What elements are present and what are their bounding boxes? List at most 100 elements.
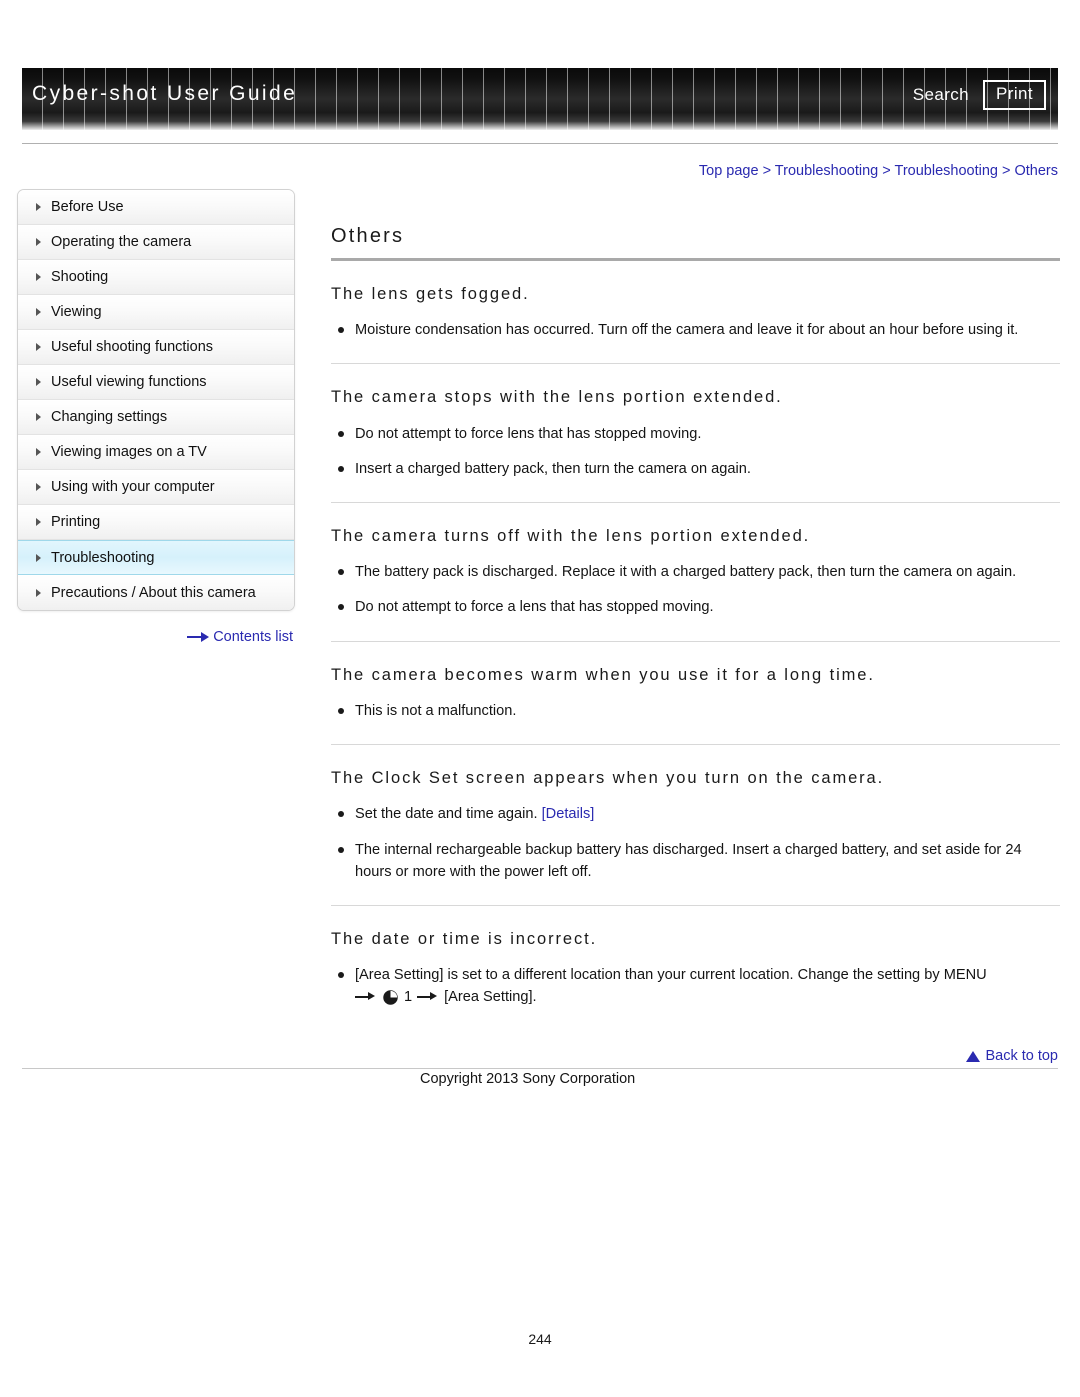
bullet-list: [Area Setting] is set to a different loc… <box>331 964 1060 1010</box>
search-link[interactable]: Search <box>913 85 969 105</box>
sidebar-item-operating-the-camera[interactable]: Operating the camera <box>18 225 294 260</box>
sidebar-item-printing[interactable]: Printing <box>18 505 294 540</box>
bullet-item: Moisture condensation has occurred. Turn… <box>331 319 1060 341</box>
bullet-text: Insert a charged battery pack, then turn… <box>355 460 751 477</box>
sidebar-item-before-use[interactable]: Before Use <box>18 190 294 225</box>
bullet-text: Do not attempt to force lens that has st… <box>355 425 702 442</box>
bullet-text: Do not attempt to force a lens that has … <box>355 599 714 616</box>
bullet-item: Do not attempt to force a lens that has … <box>331 596 1060 618</box>
bullet-item: [Area Setting] is set to a different loc… <box>331 964 1060 1010</box>
arrow-right-icon <box>187 632 210 642</box>
bullet-item: The internal rechargeable backup battery… <box>331 839 1060 883</box>
chevron-right-icon <box>36 518 41 526</box>
sidebar-item-label: Useful viewing functions <box>51 374 207 390</box>
sidebar-item-label: Viewing <box>51 304 102 320</box>
chevron-right-icon <box>36 343 41 351</box>
sidebar-item-shooting[interactable]: Shooting <box>18 260 294 295</box>
sidebar-item-label: Precautions / About this camera <box>51 584 256 601</box>
sidebar-item-using-with-your-computer[interactable]: Using with your computer <box>18 470 294 505</box>
triangle-up-icon <box>966 1050 981 1062</box>
menu-step-number: 1 <box>404 989 413 1006</box>
bullet-text: The battery pack is discharged. Replace … <box>355 564 1017 581</box>
chevron-right-icon <box>36 588 41 597</box>
back-to-top-link[interactable]: Back to top <box>966 1048 1058 1064</box>
print-button[interactable]: Print <box>983 80 1046 111</box>
sidebar-item-troubleshooting[interactable]: Troubleshooting <box>18 540 294 575</box>
bullet-text: The internal rechargeable backup battery… <box>355 841 1022 880</box>
breadcrumb[interactable]: Top page > Troubleshooting > Troubleshoo… <box>699 163 1058 179</box>
sidebar-item-useful-viewing-functions[interactable]: Useful viewing functions <box>18 365 294 400</box>
content-section: The lens gets fogged. Moisture condensati… <box>331 261 1060 341</box>
bullet-item: This is not a malfunction. <box>331 700 1060 722</box>
sidebar-item-changing-settings[interactable]: Changing settings <box>18 400 294 435</box>
contents-list-link[interactable]: Contents list <box>17 629 293 645</box>
content-section: The camera becomes warm when you use it … <box>331 640 1060 722</box>
main-content: Others The lens gets fogged. Moisture con… <box>331 225 1060 1011</box>
sidebar-item-precautions-about-this-camera[interactable]: Precautions / About this camera <box>18 575 294 610</box>
page-title: Others <box>331 225 405 247</box>
bullet-text: Moisture condensation has occurred. Turn… <box>355 322 1019 339</box>
chevron-right-icon <box>36 413 41 421</box>
page-number: 244 <box>528 1331 552 1347</box>
sidebar-item-label: Before Use <box>51 199 124 215</box>
contents-list-label: Contents list <box>213 629 293 645</box>
chevron-right-icon <box>36 273 41 281</box>
bullet-item: The battery pack is discharged. Replace … <box>331 561 1060 583</box>
footer-divider <box>22 1068 1058 1069</box>
section-heading: The camera becomes warm when you use it … <box>331 665 875 684</box>
sidebar-item-label: Using with your computer <box>51 479 215 495</box>
chevron-right-icon <box>36 553 41 562</box>
chevron-right-icon <box>36 448 41 456</box>
bullet-item: Set the date and time again. [Details] <box>331 803 1060 825</box>
details-link[interactable]: [Details] <box>542 806 595 822</box>
header-bar: Cyber-shot User Guide Search Print <box>22 68 1058 130</box>
chevron-right-icon <box>36 483 41 491</box>
chevron-right-icon <box>36 203 41 211</box>
bullet-list: The battery pack is discharged. Replace … <box>331 561 1060 618</box>
chevron-right-icon <box>36 308 41 316</box>
site-title: Cyber-shot User Guide <box>32 82 298 105</box>
header-divider <box>22 143 1058 144</box>
bullet-item: Do not attempt to force lens that has st… <box>331 423 1060 445</box>
sidebar-item-label: Viewing images on a TV <box>51 444 207 460</box>
content-section: The camera stops with the lens portion e… <box>331 363 1060 480</box>
back-to-top-label: Back to top <box>985 1048 1058 1064</box>
content-section: The Clock Set screen appears when you tu… <box>331 744 1060 883</box>
arrow-right-icon <box>355 991 377 1003</box>
section-heading: The Clock Set screen appears when you tu… <box>331 769 885 788</box>
arrow-right-icon <box>417 991 439 1003</box>
section-heading: The camera stops with the lens portion e… <box>331 388 783 407</box>
sidebar-item-useful-shooting-functions[interactable]: Useful shooting functions <box>18 330 294 365</box>
bullet-list: Set the date and time again. [Details] Th… <box>331 803 1060 883</box>
sidebar-item-label: Troubleshooting <box>51 549 155 566</box>
section-heading: The date or time is incorrect. <box>331 929 598 948</box>
bullet-list: Do not attempt to force lens that has st… <box>331 423 1060 480</box>
content-section: The camera turns off with the lens porti… <box>331 502 1060 619</box>
section-heading: The lens gets fogged. <box>331 285 530 303</box>
menu-path-target: [Area Setting]. <box>444 989 537 1006</box>
sidebar-item-label: Printing <box>51 514 101 530</box>
menu-path: 1 [Area Setting]. <box>355 986 537 1008</box>
clock-setting-icon <box>382 989 399 1006</box>
sidebar-item-label: Operating the camera <box>51 234 192 250</box>
bullet-text: Set the date and time again. <box>355 806 538 823</box>
bullet-item: Insert a charged battery pack, then turn… <box>331 458 1060 480</box>
sidebar-navigation: Before Use Operating the camera Shooting Vi… <box>17 189 295 611</box>
copyright-text: Copyright 2013 Sony Corporation <box>420 1071 636 1087</box>
chevron-right-icon <box>36 238 41 246</box>
sections-container: The lens gets fogged. Moisture condensati… <box>331 261 1060 1011</box>
sidebar-item-viewing[interactable]: Viewing <box>18 295 294 330</box>
bullet-text: This is not a malfunction. <box>355 702 517 719</box>
site-header: Cyber-shot User Guide Search Print <box>22 68 1058 130</box>
sidebar-item-viewing-images-on-a-tv[interactable]: Viewing images on a TV <box>18 435 294 470</box>
bullet-list: This is not a malfunction. <box>331 700 1060 722</box>
sidebar-item-label: Changing settings <box>51 409 168 425</box>
bullet-text: [Area Setting] is set to a different loc… <box>355 967 987 984</box>
section-heading: The camera turns off with the lens porti… <box>331 527 811 546</box>
chevron-right-icon <box>36 378 41 386</box>
header-actions: Search Print <box>913 80 1046 111</box>
sidebar-item-label: Shooting <box>51 269 109 285</box>
sidebar-item-label: Useful shooting functions <box>51 339 214 355</box>
content-section: The date or time is incorrect. [Area Sett… <box>331 904 1060 1011</box>
bullet-list: Moisture condensation has occurred. Turn… <box>331 319 1060 341</box>
